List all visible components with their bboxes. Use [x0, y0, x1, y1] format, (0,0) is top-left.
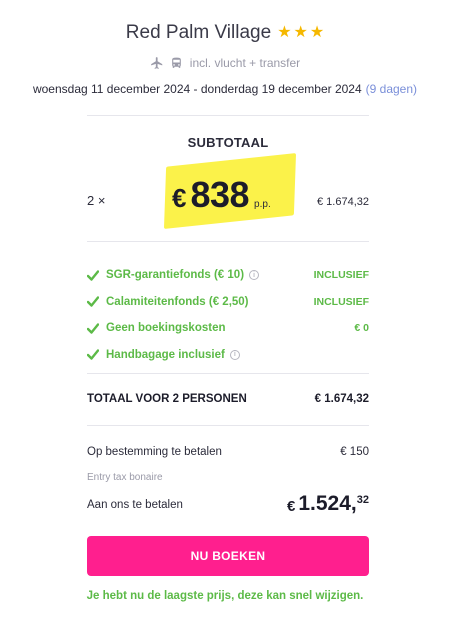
destination-value: € 150 — [340, 446, 369, 458]
price-amount: 838 — [190, 174, 250, 215]
pay-label: Aan ons te betalen — [87, 499, 183, 511]
pp-label: p.p. — [254, 199, 271, 210]
total-label: TOTAAL VOOR 2 PERSONEN — [87, 393, 247, 405]
duration: (9 dagen) — [365, 82, 418, 96]
price-currency: € — [172, 183, 187, 213]
info-icon[interactable]: i — [249, 270, 260, 281]
lowest-price-note: Je hebt nu de laagste prijs, deze kan sn… — [86, 590, 364, 602]
list-item: Handbagage inclusief i — [87, 342, 369, 369]
price-row: 2 × € 838 p.p. € 1.674,32 — [87, 153, 369, 240]
inclusions-list: SGR-garantiefonds (€ 10) i INCLUSIEF Cal… — [87, 262, 369, 368]
inclusion-value: INCLUSIEF — [313, 269, 369, 282]
pay-row: Aan ons te betalen € 1.524, 32 — [87, 492, 369, 522]
tax-note: Entry tax bonaire — [87, 472, 163, 483]
hotel-header: Red Palm Village ★ ★ ★ incl. vlucht + tr… — [0, 0, 450, 96]
travel-info: incl. vlucht + transfer — [0, 56, 450, 70]
divider — [87, 425, 369, 426]
inclusion-label: Calamiteitenfonds (€ 2,50) — [106, 295, 249, 308]
quantity: 2 × — [87, 193, 106, 208]
pay-amount: € 1.524, 32 — [287, 492, 369, 516]
destination-label: Op bestemming te betalen — [87, 446, 222, 458]
pay-decimals: 32 — [356, 494, 369, 506]
divider — [87, 373, 369, 374]
plane-icon — [150, 56, 164, 70]
total-row: TOTAAL VOOR 2 PERSONEN € 1.674,32 — [87, 393, 369, 405]
check-icon — [87, 349, 101, 360]
divider — [87, 241, 369, 242]
destination-row: Op bestemming te betalen € 150 — [87, 446, 369, 458]
travel-text: incl. vlucht + transfer — [189, 56, 301, 70]
hotel-title-row: Red Palm Village ★ ★ ★ — [0, 22, 450, 44]
inclusion-label: SGR-garantiefonds (€ 10) — [106, 269, 245, 282]
star-icon: ★ — [293, 24, 308, 41]
total-value: € 1.674,32 — [314, 393, 369, 405]
inclusion-label: Geen boekingskosten — [106, 322, 226, 335]
star-rating: ★ ★ ★ — [277, 25, 324, 41]
pay-currency: € — [287, 498, 296, 515]
star-icon: ★ — [277, 24, 292, 41]
divider — [87, 115, 369, 116]
book-now-button[interactable]: NU BOEKEN — [87, 536, 369, 576]
price-per-person: € 838 p.p. — [172, 174, 271, 216]
list-item: SGR-garantiefonds (€ 10) i INCLUSIEF — [87, 262, 369, 289]
inclusion-value: € 0 — [354, 322, 369, 335]
check-icon — [87, 270, 101, 281]
list-item: Calamiteitenfonds (€ 2,50) INCLUSIEF — [87, 289, 369, 316]
bus-icon — [170, 56, 184, 70]
subtotal-value: € 1.674,32 — [317, 196, 369, 208]
travel-dates: woensdag 11 december 2024 - donderdag 19… — [0, 82, 450, 96]
star-icon: ★ — [309, 24, 325, 41]
hotel-name: Red Palm Village — [125, 22, 272, 43]
subtotal-title: SUBTOTAAL — [187, 135, 269, 150]
info-icon[interactable]: i — [229, 349, 240, 360]
date-range: woensdag 11 december 2024 - donderdag 19… — [32, 82, 362, 96]
check-icon — [87, 296, 101, 307]
check-icon — [87, 323, 101, 334]
list-item: Geen boekingskosten € 0 — [87, 315, 369, 342]
pay-integer: 1.524, — [298, 492, 357, 515]
inclusion-label: Handbagage inclusief — [106, 348, 225, 361]
inclusion-value: INCLUSIEF — [313, 295, 369, 308]
